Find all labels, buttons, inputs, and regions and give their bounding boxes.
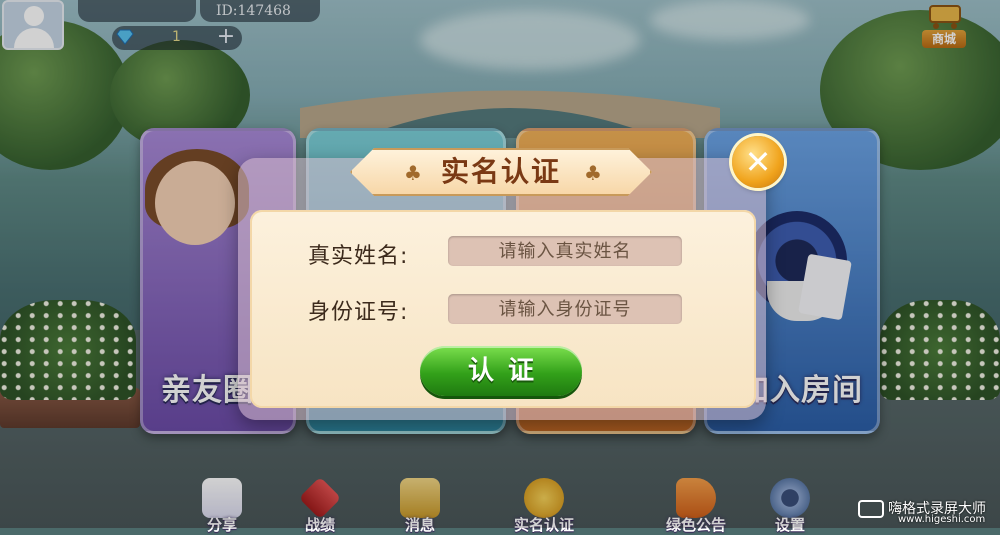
- real-name-input[interactable]: [448, 236, 682, 266]
- id-number-input[interactable]: [448, 294, 682, 324]
- real-name-label: 真实姓名:: [308, 244, 409, 269]
- close-button[interactable]: ✕: [732, 136, 784, 188]
- watermark: 嗨格式录屏大师 www.higeshi.com: [858, 498, 1000, 528]
- verify-button[interactable]: 认证: [420, 346, 582, 396]
- dialog-title: 实名认证: [440, 155, 561, 188]
- video-camera-icon: [858, 500, 884, 518]
- id-number-label: 身份证号:: [308, 300, 409, 325]
- watermark-url: www.higeshi.com: [898, 514, 986, 525]
